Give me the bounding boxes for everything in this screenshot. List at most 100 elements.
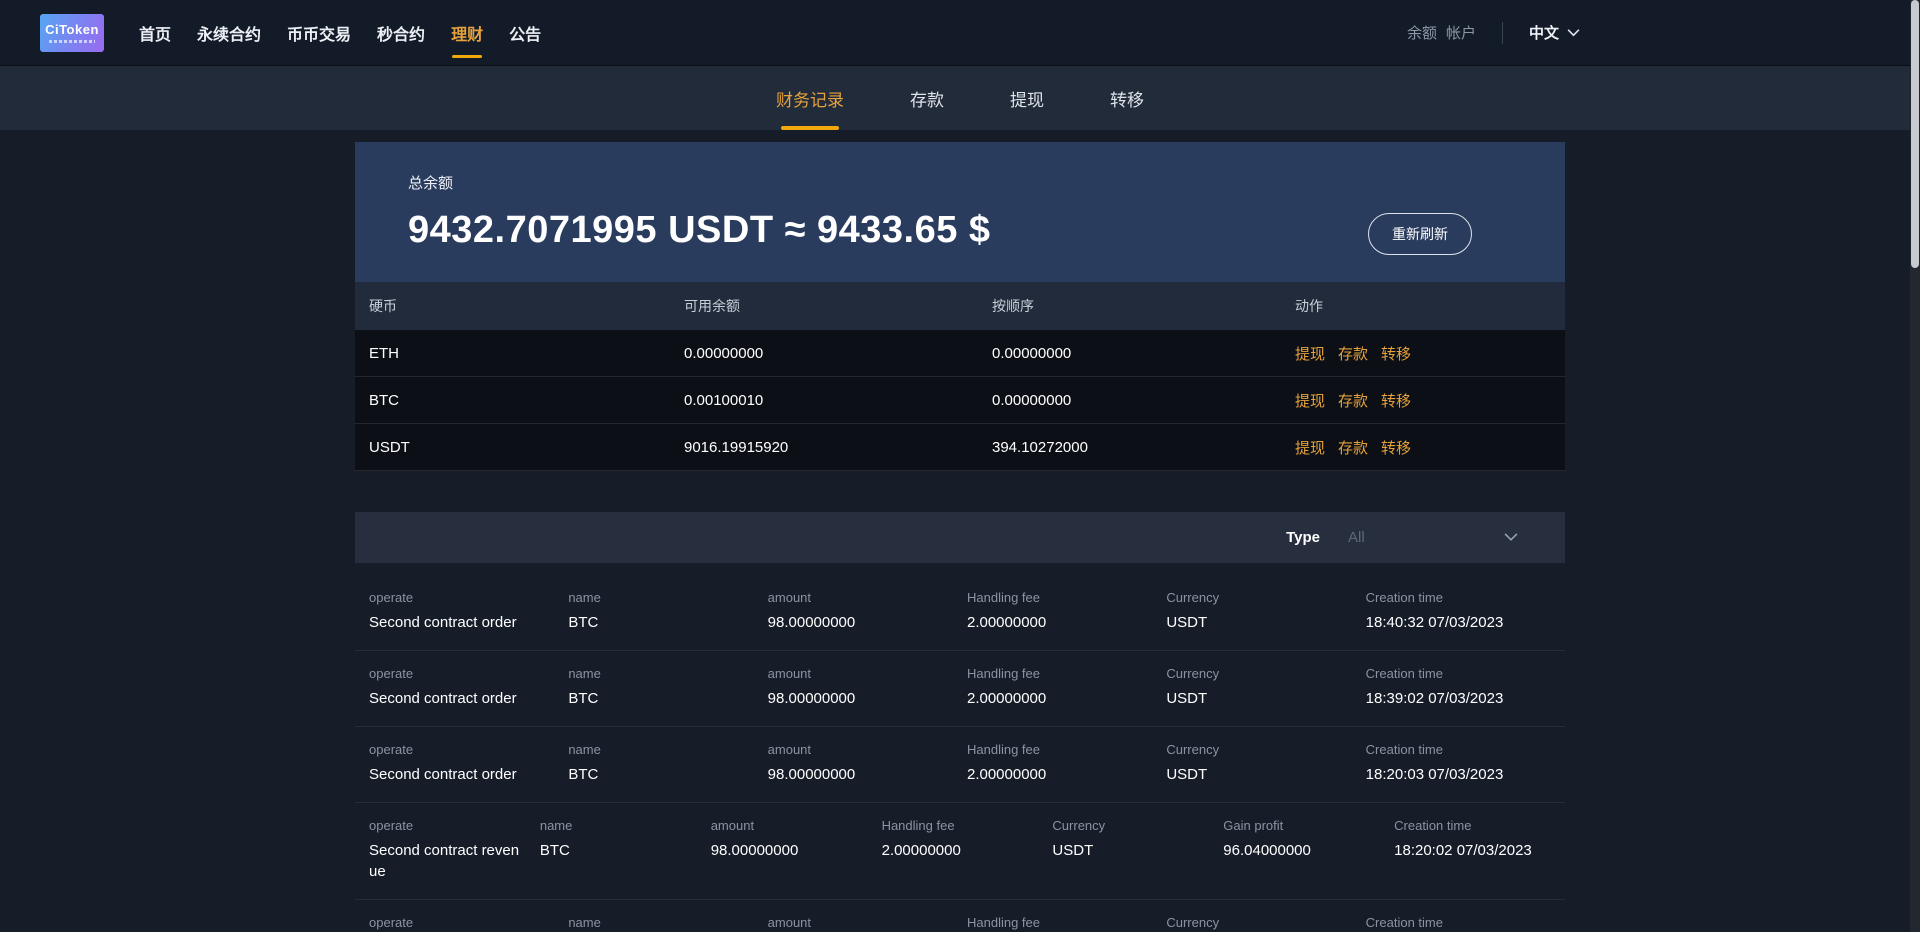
txn-cell-label: Creation time [1365,742,1443,757]
txn-cell-label: Handling fee [881,818,955,833]
tab-3[interactable]: 转移 [1110,66,1144,130]
nav-item-2[interactable]: 币币交易 [274,0,364,65]
nav-item-3[interactable]: 秒合约 [364,0,438,65]
tab-label: 财务记录 [776,90,844,110]
active-nav-underline [452,55,483,58]
coin-action-2[interactable]: 转移 [1381,437,1411,458]
txn-cell-value: USDT [1166,690,1208,707]
coin-action-1[interactable]: 存款 [1338,437,1368,458]
txn-cell: Handling fee 2.00000000 [967,590,1166,633]
nav-item-4[interactable]: 理财 [438,0,496,65]
coin-action-1[interactable]: 存款 [1338,390,1368,411]
tab-label: 存款 [910,90,944,110]
content-column: 总余额 9432.7071995 USDT ≈ 9433.65 $ 重新刷新 硬… [355,142,1565,932]
txn-cell-label: name [568,915,601,930]
txn-cell-label: Creation time [1365,666,1443,681]
txn-cell-label: Currency [1166,915,1220,930]
txn-cell-label: name [568,666,601,681]
vertical-scrollbar[interactable] [1910,0,1920,932]
coin-action-0[interactable]: 提现 [1295,343,1325,364]
txn-cell-value: 2.00000000 [966,614,1047,631]
nav-item-0[interactable]: 首页 [126,0,184,65]
txn-cell-value: BTC [568,766,599,783]
txn-cell: name BTC [568,590,767,633]
inorder-col-header: 按顺序 [992,298,1034,314]
txn-cell-label: Handling fee [966,666,1040,681]
language-switcher[interactable]: 中文 [1529,22,1580,43]
tab-1[interactable]: 存款 [910,66,944,130]
txn-cell: Handling fee [967,915,1166,932]
txn-cell: Handling fee 2.00000000 [882,818,1053,882]
nav-item-label: 理财 [451,26,484,44]
account-link[interactable]: 帐户 [1446,22,1476,43]
coin-table-header: 硬币 可用余额 按顺序 动作 [355,282,1565,330]
txn-cell: name BTC [568,742,767,785]
coin-action-0[interactable]: 提现 [1295,437,1325,458]
txn-cell-value: Second contract order [369,690,517,707]
txn-cell-label: Currency [1052,818,1106,833]
transaction-row: operate Second contract revenue name BTC amo… [355,803,1565,900]
txn-cell: Gain profit 96.04000000 [1223,818,1394,882]
txn-cell-label: amount [767,742,812,757]
coin-action-0[interactable]: 提现 [1295,390,1325,411]
txn-cell: amount 98.00000000 [768,742,967,785]
txn-cell: operate Second contract revenue [369,818,540,882]
txn-cell-label: Creation time [1365,590,1443,605]
txn-cell-label: name [568,590,601,605]
coin-col-header: 硬币 [369,298,397,314]
txn-cell-label: Currency [1166,666,1220,681]
active-tab-underline [781,126,839,130]
coin-table-row: USDT 9016.19915920 394.10272000 提现 存款 转移 [355,424,1565,471]
txn-cell: Creation time [1366,915,1565,932]
txn-cell: amount 98.00000000 [711,818,882,882]
txn-cell-value: 96.04000000 [1223,842,1311,859]
coin-action-2[interactable]: 转移 [1381,343,1411,364]
coin-name: ETH [369,344,399,362]
coin-in-order: 394.10272000 [992,438,1088,456]
txn-cell-value: 2.00000000 [881,842,961,859]
transaction-row: operate Second contract order name BTC amoun… [355,651,1565,727]
txn-cell: Creation time 18:40:32 07/03/2023 [1366,590,1565,633]
language-label: 中文 [1528,25,1559,42]
nav-item-1[interactable]: 永续合约 [184,0,274,65]
coin-action-2[interactable]: 转移 [1381,390,1411,411]
txn-cell: operate Second contract order [369,742,568,785]
refresh-button[interactable]: 重新刷新 [1368,213,1472,255]
coin-name: USDT [369,438,410,456]
txn-cell-label: operate [369,590,414,605]
txn-cell: Handling fee 2.00000000 [967,742,1166,785]
txn-cell-value: USDT [1166,766,1208,783]
txn-cell: operate [369,915,568,932]
nav-item-5[interactable]: 公告 [496,0,554,65]
txn-cell-label: Handling fee [966,915,1040,930]
nav-item-label: 币币交易 [287,26,352,44]
txn-cell: Currency USDT [1052,818,1223,882]
txn-cell-label: operate [369,742,414,757]
actions-col-header: 动作 [1295,298,1323,314]
txn-cell: name BTC [540,818,711,882]
tab-2[interactable]: 提现 [1010,66,1044,130]
transaction-list: operate Second contract order name BTC amoun… [355,575,1565,932]
tab-0[interactable]: 财务记录 [776,66,844,130]
txn-cell-label: amount [767,915,812,930]
main-nav: 首页 永续合约 币币交易 秒合约 理财 公告 [126,0,554,65]
txn-cell: operate Second contract order [369,666,568,709]
brand-logo-text: CiToken [45,21,99,37]
brand-logo[interactable]: CiToken [40,13,104,52]
scrollbar-thumb[interactable] [1911,0,1919,268]
txn-cell: Currency USDT [1166,666,1365,709]
txn-cell-label: Gain profit [1223,818,1284,833]
brand-logo-subtext [49,39,95,43]
txn-cell-value: Second contract revenue [369,842,520,880]
transaction-row: operate Second contract order name BTC amoun… [355,727,1565,803]
txn-cell: name BTC [568,666,767,709]
txn-cell-value: USDT [1052,842,1094,859]
txn-cell-value: 98.00000000 [767,766,856,783]
type-filter-select[interactable]: All [1348,529,1518,546]
balance-link[interactable]: 余额 [1407,22,1437,43]
txn-cell: Currency USDT [1166,742,1365,785]
txn-cell-value: USDT [1166,614,1208,631]
coin-action-1[interactable]: 存款 [1338,343,1368,364]
top-header: CiToken 首页 永续合约 币币交易 秒合约 理财 公告 余额 帐户 中文 [0,0,1920,66]
nav-item-label: 首页 [139,26,172,44]
